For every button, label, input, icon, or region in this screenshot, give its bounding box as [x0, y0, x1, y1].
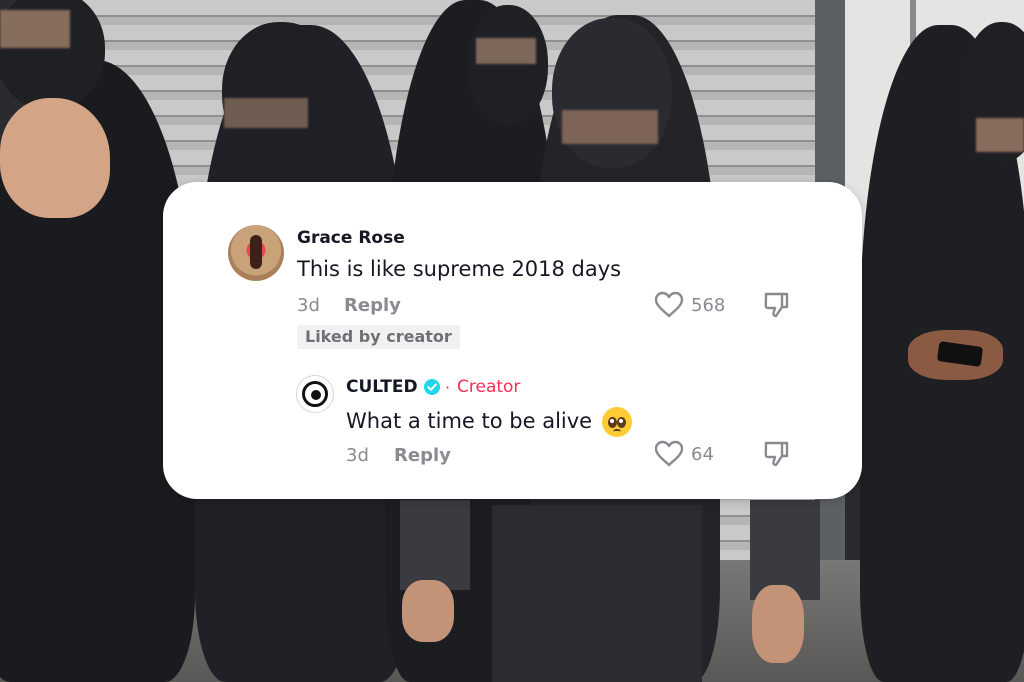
sleeve — [400, 500, 470, 590]
creator-avatar[interactable] — [296, 375, 334, 413]
face-blur — [0, 10, 70, 48]
face-blur — [976, 118, 1024, 152]
comment-text: This is like supreme 2018 days — [297, 257, 622, 281]
reply-username[interactable]: CULTED — [346, 377, 418, 397]
hand — [752, 585, 804, 663]
face-blur — [476, 38, 536, 64]
reply-text: What a time to be alive — [346, 409, 593, 433]
separator-dot: · — [445, 378, 451, 397]
reply-button[interactable]: Reply — [394, 445, 451, 466]
reply-timestamp: 3d — [346, 445, 369, 466]
heart-icon[interactable] — [654, 291, 684, 319]
like-count: 64 — [691, 444, 714, 465]
head — [552, 18, 672, 168]
avatar[interactable] — [228, 225, 284, 281]
dislike-icon[interactable] — [762, 440, 790, 468]
face-blur — [224, 98, 308, 128]
trousers — [492, 505, 702, 682]
hand — [402, 580, 454, 642]
pleading-face-emoji — [602, 407, 632, 437]
like-count: 568 — [691, 295, 726, 316]
head — [222, 22, 340, 162]
dislike-icon[interactable] — [762, 291, 790, 319]
head — [468, 5, 548, 125]
creator-label: Creator — [457, 377, 521, 397]
hand — [0, 98, 110, 218]
verified-icon — [424, 379, 440, 395]
comment-username[interactable]: Grace Rose — [297, 228, 405, 248]
liked-by-creator-badge: Liked by creator — [297, 325, 460, 349]
heart-icon[interactable] — [654, 440, 684, 468]
comment-timestamp: 3d — [297, 295, 320, 316]
face-blur — [562, 110, 658, 144]
reply-button[interactable]: Reply — [344, 295, 401, 316]
